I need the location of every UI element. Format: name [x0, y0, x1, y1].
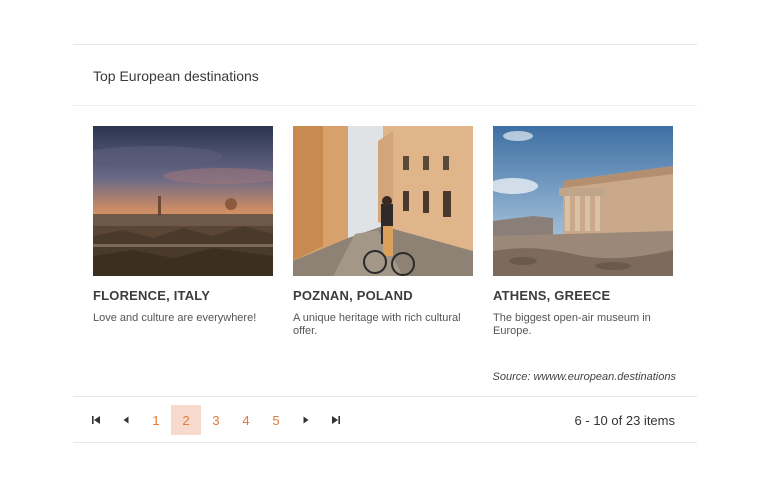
- last-page-button[interactable]: [321, 405, 351, 435]
- destinations-card: Top European destinations FLORENCE, ITAL…: [73, 44, 697, 443]
- page-button-1[interactable]: 1: [141, 405, 171, 435]
- next-page-icon: [303, 416, 309, 424]
- destination-card-poznan[interactable]: POZNAN, POLAND A unique heritage with ri…: [293, 126, 473, 338]
- pager: 1 2 3 4 5 6 - 10 of 23 items: [73, 396, 697, 443]
- destination-title: POZNAN, POLAND: [293, 288, 413, 303]
- first-page-button[interactable]: [81, 405, 111, 435]
- page-button-2[interactable]: 2: [171, 405, 201, 435]
- page-title: Top European destinations: [93, 68, 259, 84]
- poznan-photo[interactable]: [293, 126, 473, 276]
- destination-description: The biggest open-air museum in Europe.: [493, 312, 651, 337]
- destination-title: ATHENS, GREECE: [493, 288, 611, 303]
- next-page-button[interactable]: [291, 405, 321, 435]
- card-header: Top European destinations: [73, 45, 697, 106]
- destination-card-florence[interactable]: FLORENCE, ITALY Love and culture are eve…: [93, 126, 273, 325]
- athens-photo[interactable]: [493, 126, 673, 276]
- destination-description: Love and culture are everywhere!: [93, 312, 257, 324]
- previous-page-button[interactable]: [111, 405, 141, 435]
- destination-description: A unique heritage with rich cultural off…: [293, 312, 461, 337]
- page-button-5[interactable]: 5: [261, 405, 291, 435]
- pager-info: 6 - 10 of 23 items: [574, 413, 675, 428]
- previous-page-icon: [123, 416, 129, 424]
- page-button-3[interactable]: 3: [201, 405, 231, 435]
- first-page-icon: [92, 416, 100, 424]
- source-caption: Source: wwww.european.destinations: [492, 371, 676, 383]
- last-page-icon: [332, 416, 340, 424]
- florence-photo[interactable]: [93, 126, 273, 276]
- destination-card-athens[interactable]: ATHENS, GREECE The biggest open-air muse…: [493, 126, 673, 338]
- page-button-4[interactable]: 4: [231, 405, 261, 435]
- destination-title: FLORENCE, ITALY: [93, 288, 211, 303]
